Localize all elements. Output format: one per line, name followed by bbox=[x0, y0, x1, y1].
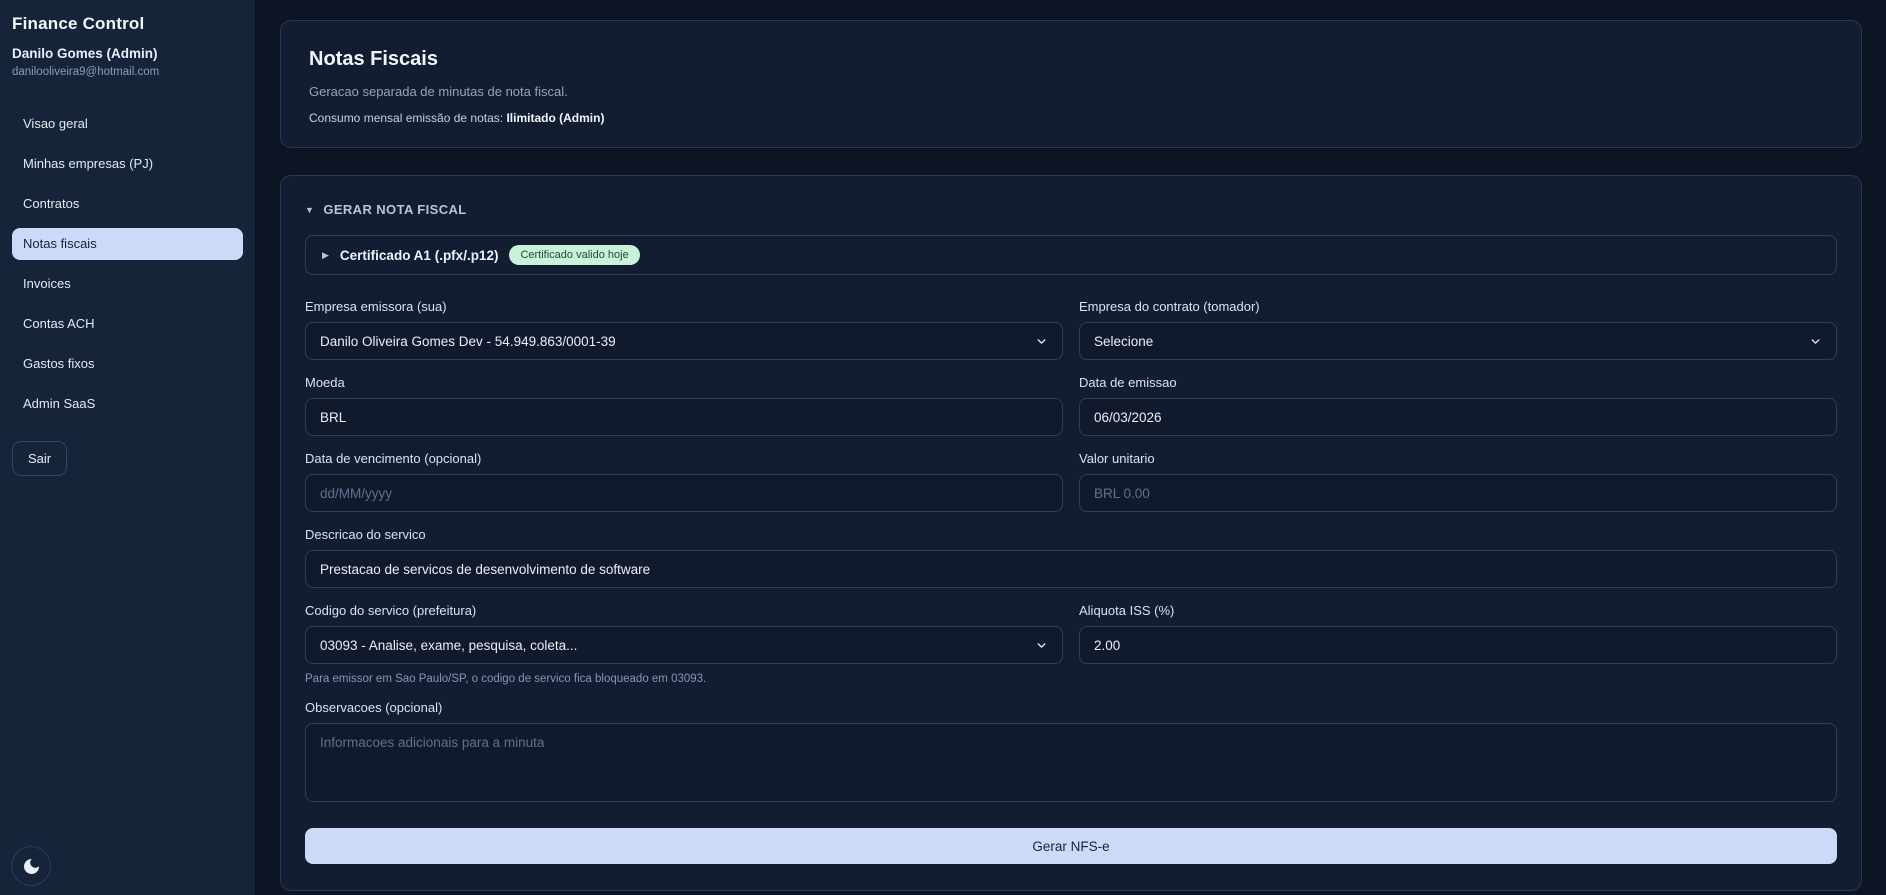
user-name: Danilo Gomes (Admin) bbox=[12, 46, 158, 61]
description-label: Descricao do servico bbox=[305, 527, 426, 542]
field-descricao-servico: Descricao do servico bbox=[305, 527, 1837, 588]
certificate-label: Certificado A1 (.pfx/.p12) bbox=[339, 247, 499, 263]
unit-value-label: Valor unitario bbox=[1079, 451, 1155, 466]
issuer-selected-value: Danilo Oliveira Gomes Dev - 54.949.863/0… bbox=[320, 333, 616, 349]
page-title: Notas Fiscais bbox=[309, 48, 438, 70]
service-code-label: Codigo do servico (prefeitura) bbox=[305, 603, 477, 618]
description-input[interactable] bbox=[305, 550, 1837, 588]
field-data-emissao: Data de emissao bbox=[1079, 375, 1837, 436]
chevron-down-icon bbox=[1037, 642, 1046, 648]
sidebar-item-contratos[interactable]: Contratos bbox=[12, 188, 243, 220]
field-observacoes: Observacoes (opcional) bbox=[305, 700, 1837, 807]
sidebar-nav: Visao geral Minhas empresas (PJ) Contrat… bbox=[12, 108, 243, 428]
theme-toggle-button[interactable] bbox=[11, 846, 51, 886]
page-subtitle: Geracao separada de minutas de nota fisc… bbox=[309, 84, 568, 99]
sidebar-item-gastos-fixos[interactable]: Gastos fixos bbox=[12, 348, 243, 380]
currency-input[interactable] bbox=[305, 398, 1063, 436]
field-empresa-emissora: Empresa emissora (sua) Danilo Oliveira G… bbox=[305, 299, 1063, 360]
iss-rate-label: Aliquota ISS (%) bbox=[1079, 603, 1175, 618]
taker-selected-value: Selecione bbox=[1094, 333, 1154, 349]
user-email: danilooliveira9@hotmail.com bbox=[12, 66, 160, 78]
sidebar: Finance Control Danilo Gomes (Admin) dan… bbox=[0, 0, 255, 895]
main-content: Notas Fiscais Geracao separada de minuta… bbox=[255, 0, 1886, 895]
chevron-down-icon bbox=[1811, 338, 1820, 344]
issuer-select[interactable]: Danilo Oliveira Gomes Dev - 54.949.863/0… bbox=[305, 322, 1063, 360]
section-title: GERAR NOTA FISCAL bbox=[323, 202, 467, 217]
sidebar-item-admin-saas[interactable]: Admin SaaS bbox=[12, 388, 243, 420]
field-moeda: Moeda bbox=[305, 375, 1063, 436]
notes-textarea[interactable] bbox=[305, 723, 1837, 802]
field-valor-unitario: Valor unitario bbox=[1079, 451, 1837, 512]
sidebar-item-minhas-empresas[interactable]: Minhas empresas (PJ) bbox=[12, 148, 243, 180]
issuer-label: Empresa emissora (sua) bbox=[305, 299, 447, 314]
service-code-select[interactable]: 03093 - Analise, exame, pesquisa, coleta… bbox=[305, 626, 1063, 664]
usage-label: Consumo mensal emissão de notas: bbox=[309, 111, 504, 125]
collapse-triangle-icon: ▼ bbox=[305, 204, 315, 215]
issue-date-input[interactable] bbox=[1079, 398, 1837, 436]
field-codigo-servico: Codigo do servico (prefeitura) 03093 - A… bbox=[305, 603, 1063, 685]
generate-nfse-button[interactable]: Gerar NFS-e bbox=[305, 828, 1837, 864]
field-aliquota-iss: Aliquota ISS (%) bbox=[1079, 603, 1837, 685]
field-data-vencimento: Data de vencimento (opcional) bbox=[305, 451, 1063, 512]
generate-invoice-card: ▼ GERAR NOTA FISCAL ▶ Certificado A1 (.p… bbox=[280, 175, 1862, 891]
due-date-input[interactable] bbox=[305, 474, 1063, 512]
moon-icon bbox=[22, 857, 41, 876]
usage-line: Consumo mensal emissão de notas: Ilimita… bbox=[309, 111, 1833, 125]
unit-value-input[interactable] bbox=[1079, 474, 1837, 512]
field-empresa-tomador: Empresa do contrato (tomador) Selecione bbox=[1079, 299, 1837, 360]
logout-button[interactable]: Sair bbox=[12, 441, 68, 476]
chevron-down-icon bbox=[1037, 338, 1046, 344]
sidebar-item-notas-fiscais[interactable]: Notas fiscais bbox=[12, 228, 243, 260]
taker-select[interactable]: Selecione bbox=[1079, 322, 1837, 360]
service-code-selected-value: 03093 - Analise, exame, pesquisa, coleta… bbox=[320, 637, 578, 653]
sidebar-item-invoices[interactable]: Invoices bbox=[12, 268, 243, 300]
taker-label: Empresa do contrato (tomador) bbox=[1079, 299, 1260, 314]
app-title: Finance Control bbox=[12, 14, 145, 33]
service-code-help-text: Para emissor em Sao Paulo/SP, o codigo d… bbox=[305, 673, 707, 685]
certificate-valid-badge: Certificado valido hoje bbox=[509, 245, 640, 265]
usage-value: Ilimitado (Admin) bbox=[506, 111, 605, 125]
certificate-row[interactable]: ▶ Certificado A1 (.pfx/.p12) Certificado… bbox=[305, 235, 1837, 275]
due-date-label: Data de vencimento (opcional) bbox=[305, 451, 482, 466]
issue-date-label: Data de emissao bbox=[1079, 375, 1177, 390]
currency-label: Moeda bbox=[305, 375, 345, 390]
page-header-card: Notas Fiscais Geracao separada de minuta… bbox=[280, 20, 1862, 148]
notes-label: Observacoes (opcional) bbox=[305, 700, 443, 715]
sidebar-item-visao-geral[interactable]: Visao geral bbox=[12, 108, 243, 140]
sidebar-item-contas-ach[interactable]: Contas ACH bbox=[12, 308, 243, 340]
section-header-gerar-nota[interactable]: ▼ GERAR NOTA FISCAL bbox=[305, 202, 1837, 217]
iss-rate-input[interactable] bbox=[1079, 626, 1837, 664]
expand-triangle-icon: ▶ bbox=[322, 249, 329, 260]
